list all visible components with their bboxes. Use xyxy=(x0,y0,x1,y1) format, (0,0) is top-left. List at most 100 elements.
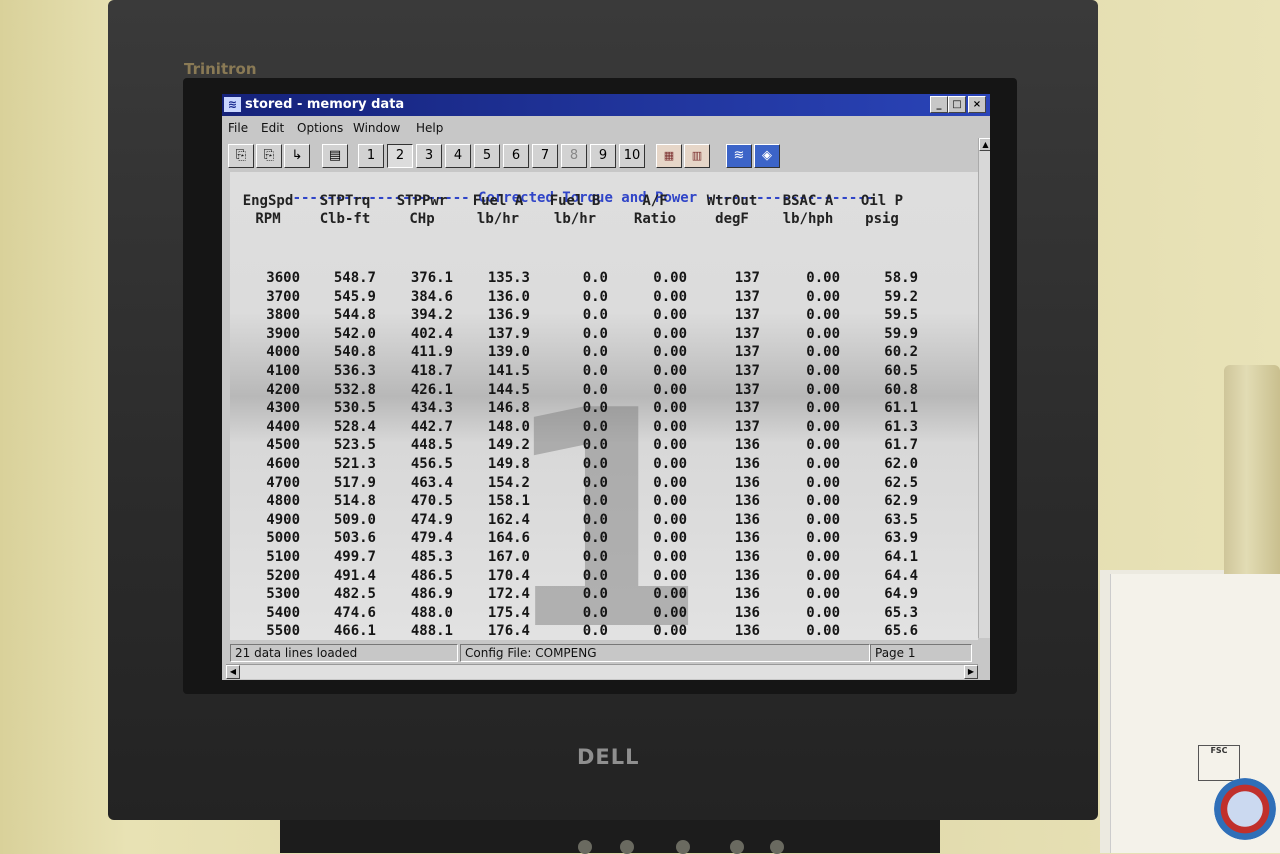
table-row[interactable]: 3800 544.8 394.2 136.9 0.0 0.00 137 0.00 59.5 xyxy=(230,307,970,325)
table-row[interactable]: 3700 545.9 384.6 136.0 0.0 0.00 137 0.00 59.2 xyxy=(230,289,970,307)
title-bar[interactable]: ≋ stored - memory data _ □ × xyxy=(222,94,990,116)
menu-edit[interactable]: Edit xyxy=(261,121,284,135)
table-cell: 146.8 xyxy=(487,400,530,417)
table-cell: 488.1 xyxy=(410,623,453,640)
minimize-button[interactable]: _ xyxy=(930,96,948,113)
status-page: Page 1 xyxy=(870,644,972,662)
table-cell: 135.3 xyxy=(487,270,530,286)
column-header-unit: Clb-ft xyxy=(319,211,371,227)
page-button-10[interactable]: 10 xyxy=(619,144,645,168)
table-cell: 158.1 xyxy=(487,493,530,510)
table-cell: 137 xyxy=(734,270,760,286)
print-icon[interactable]: ▤ xyxy=(322,144,348,168)
table-cell: 3700 xyxy=(266,288,300,305)
table-cell: 136.9 xyxy=(487,307,530,324)
table-row[interactable]: 4000 540.8 411.9 139.0 0.0 0.00 137 0.00 60.2 xyxy=(230,344,970,362)
page-button-7[interactable]: 7 xyxy=(532,144,558,168)
table-cell: 60.5 xyxy=(884,363,918,379)
column-header: STPTrq Clb-ft xyxy=(305,192,385,228)
table-row[interactable]: 4900 509.0 474.9 162.4 0.0 0.00 136 0.00 63.5 xyxy=(230,512,970,530)
table-cell: 137 xyxy=(734,288,760,305)
table-cell: 0.0 xyxy=(582,363,608,379)
scroll-right-icon[interactable]: ▶ xyxy=(964,665,978,679)
scroll-left-icon[interactable]: ◀ xyxy=(226,665,240,679)
page-button-4[interactable]: 4 xyxy=(445,144,471,168)
table-cell: 154.2 xyxy=(487,474,530,491)
monitor-button[interactable] xyxy=(620,840,634,854)
table-row[interactable]: 5200 491.4 486.5 170.4 0.0 0.00 136 0.00 64.4 xyxy=(230,568,970,586)
table-cell: 61.7 xyxy=(884,437,918,454)
table-row[interactable]: 4700 517.9 463.4 154.2 0.0 0.00 136 0.00 62.5 xyxy=(230,475,970,493)
table-cell: 521.3 xyxy=(333,456,376,472)
data-table: 1 --------------------- Corrected Torque… xyxy=(230,172,978,672)
table-cell: 0.0 xyxy=(582,493,608,510)
page-button-3[interactable]: 3 xyxy=(416,144,442,168)
monitor-button[interactable] xyxy=(730,840,744,854)
column-header-name: Oil P xyxy=(860,193,904,209)
edit-data-icon[interactable]: ▥ xyxy=(684,144,710,168)
vertical-scrollbar[interactable]: ▲ xyxy=(978,138,990,638)
table-cell: 0.0 xyxy=(582,623,608,640)
table-row[interactable]: 3900 542.0 402.4 137.9 0.0 0.00 137 0.00 59.9 xyxy=(230,326,970,344)
table-cell: 5400 xyxy=(266,604,300,621)
table-row[interactable]: 4300 530.5 434.3 146.8 0.0 0.00 137 0.00 61.1 xyxy=(230,400,970,418)
graph-icon[interactable]: ▦ xyxy=(656,144,682,168)
table-row[interactable]: 5000 503.6 479.4 164.6 0.0 0.00 136 0.00 63.9 xyxy=(230,530,970,548)
table-cell: 491.4 xyxy=(333,567,376,584)
menu-options[interactable]: Options xyxy=(297,121,343,135)
table-row[interactable]: 4500 523.5 448.5 149.2 0.0 0.00 136 0.00 61.7 xyxy=(230,437,970,455)
page-button-9[interactable]: 9 xyxy=(590,144,616,168)
open-multiple-icon[interactable]: ⎘ xyxy=(256,144,282,168)
table-cell: 540.8 xyxy=(333,344,376,361)
table-row[interactable]: 4400 528.4 442.7 148.0 0.0 0.00 137 0.00 61.3 xyxy=(230,419,970,437)
table-cell: 149.8 xyxy=(487,456,530,472)
app-icon[interactable]: ≋ xyxy=(224,97,241,112)
table-cell: 0.00 xyxy=(806,493,840,510)
table-row[interactable]: 5500 466.1 488.1 176.4 0.0 0.00 136 0.00 65.6 xyxy=(230,623,970,641)
table-cell: 0.00 xyxy=(653,270,687,286)
monitor-button[interactable] xyxy=(770,840,784,854)
table-cell: 0.00 xyxy=(806,270,840,286)
table-row[interactable]: 3600 548.7 376.1 135.3 0.0 0.00 137 0.00 58.9 xyxy=(230,270,970,288)
page-button-2[interactable]: 2 xyxy=(387,144,413,168)
table-cell: 0.00 xyxy=(653,325,687,342)
table-cell: 0.00 xyxy=(806,456,840,472)
menu-window[interactable]: Window xyxy=(353,121,400,135)
table-row[interactable]: 5100 499.7 485.3 167.0 0.0 0.00 136 0.00 64.1 xyxy=(230,549,970,567)
wave-icon[interactable]: ≋ xyxy=(726,144,752,168)
table-cell: 136 xyxy=(734,567,760,584)
table-cell: 426.1 xyxy=(410,381,453,398)
table-cell: 0.00 xyxy=(653,604,687,621)
menu-help[interactable]: Help xyxy=(416,121,443,135)
table-cell: 136 xyxy=(734,530,760,547)
stack-icon[interactable]: ◈ xyxy=(754,144,780,168)
load-icon[interactable]: ↳ xyxy=(284,144,310,168)
page-button-8[interactable]: 8 xyxy=(561,144,587,168)
status-bar: 21 data lines loaded Config File: COMPEN… xyxy=(230,642,972,662)
table-row[interactable]: 4800 514.8 470.5 158.1 0.0 0.00 136 0.00 62.9 xyxy=(230,493,970,511)
horizontal-scrollbar[interactable]: ◀ ▶ xyxy=(226,664,978,679)
table-row[interactable]: 5300 482.5 486.9 172.4 0.0 0.00 136 0.00 64.9 xyxy=(230,586,970,604)
table-cell: 0.0 xyxy=(582,288,608,305)
table-cell: 59.2 xyxy=(884,288,918,305)
page-button-1[interactable]: 1 xyxy=(358,144,384,168)
table-cell: 63.9 xyxy=(884,530,918,547)
open-icon[interactable]: ⎘ xyxy=(228,144,254,168)
table-cell: 0.0 xyxy=(582,474,608,491)
menu-file[interactable]: File xyxy=(228,121,248,135)
table-cell: 466.1 xyxy=(333,623,376,640)
scroll-up-icon[interactable]: ▲ xyxy=(979,138,990,151)
monitor-button[interactable] xyxy=(578,840,592,854)
table-row[interactable]: 4200 532.8 426.1 144.5 0.0 0.00 137 0.00 60.8 xyxy=(230,382,970,400)
page-button-6[interactable]: 6 xyxy=(503,144,529,168)
table-cell: 542.0 xyxy=(333,325,376,342)
table-cell: 0.00 xyxy=(806,511,840,528)
close-button[interactable]: × xyxy=(968,96,986,113)
table-row[interactable]: 4100 536.3 418.7 141.5 0.0 0.00 137 0.00 60.5 xyxy=(230,363,970,381)
monitor-button[interactable] xyxy=(676,840,690,854)
table-row[interactable]: 4600 521.3 456.5 149.8 0.0 0.00 136 0.00 62.0 xyxy=(230,456,970,474)
maximize-button[interactable]: □ xyxy=(948,96,966,113)
page-button-5[interactable]: 5 xyxy=(474,144,500,168)
table-row[interactable]: 5400 474.6 488.0 175.4 0.0 0.00 136 0.00 65.3 xyxy=(230,605,970,623)
column-header-name: WtrOut xyxy=(706,193,758,209)
